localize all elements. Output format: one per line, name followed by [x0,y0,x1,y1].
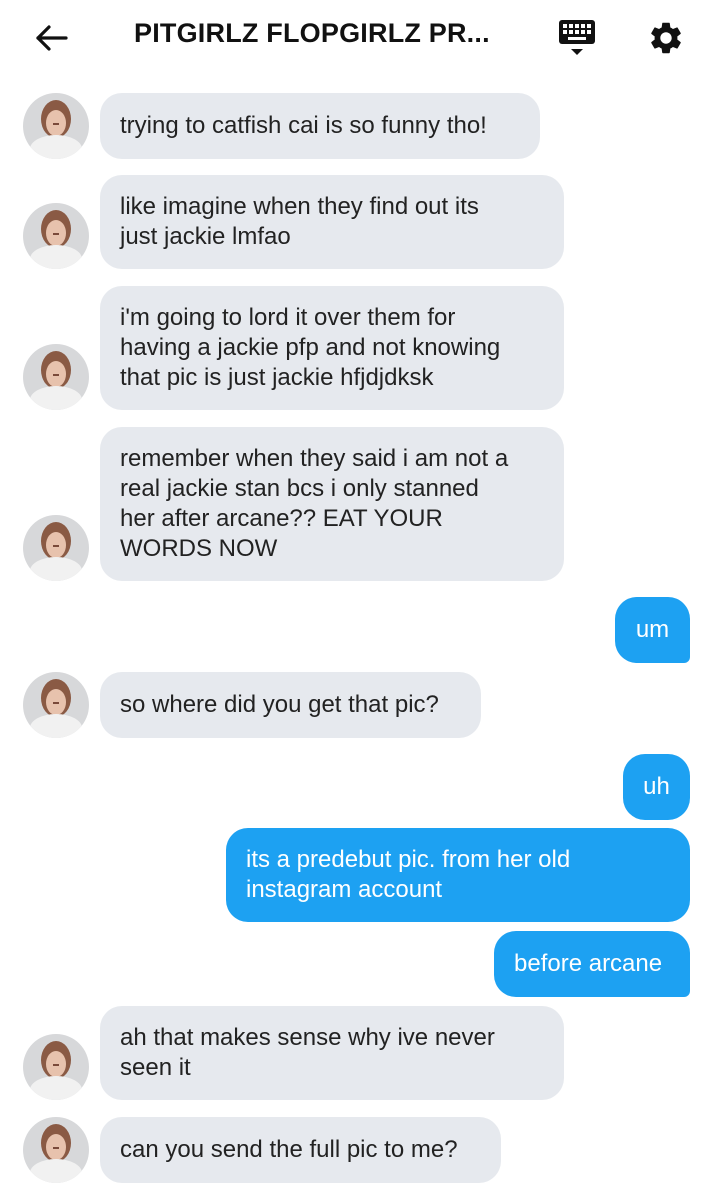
outgoing-message[interactable]: its a predebut pic. from her old instagr… [226,828,690,922]
outgoing-message[interactable]: uh [623,754,690,820]
avatar[interactable] [23,515,89,581]
avatar[interactable] [23,1117,89,1183]
outgoing-message[interactable]: before arcane [494,931,690,997]
incoming-message[interactable]: can you send the full pic to me? [100,1117,501,1183]
incoming-message[interactable]: remember when they said i am not a real … [100,427,564,581]
avatar[interactable] [23,344,89,410]
incoming-message[interactable]: trying to catfish cai is so funny tho! [100,93,540,159]
avatar[interactable] [23,1034,89,1100]
incoming-message[interactable]: i'm going to lord it over them for havin… [100,286,564,410]
incoming-message[interactable]: so where did you get that pic? [100,672,481,738]
avatar[interactable] [23,203,89,269]
incoming-message[interactable]: like imagine when they find out its just… [100,175,564,269]
avatar[interactable] [23,93,89,159]
avatar[interactable] [23,672,89,738]
incoming-message[interactable]: ah that makes sense why ive never seen i… [100,1006,564,1100]
outgoing-message[interactable]: um [615,597,690,663]
message-list[interactable]: trying to catfish cai is so funny tho! l… [0,0,712,1200]
